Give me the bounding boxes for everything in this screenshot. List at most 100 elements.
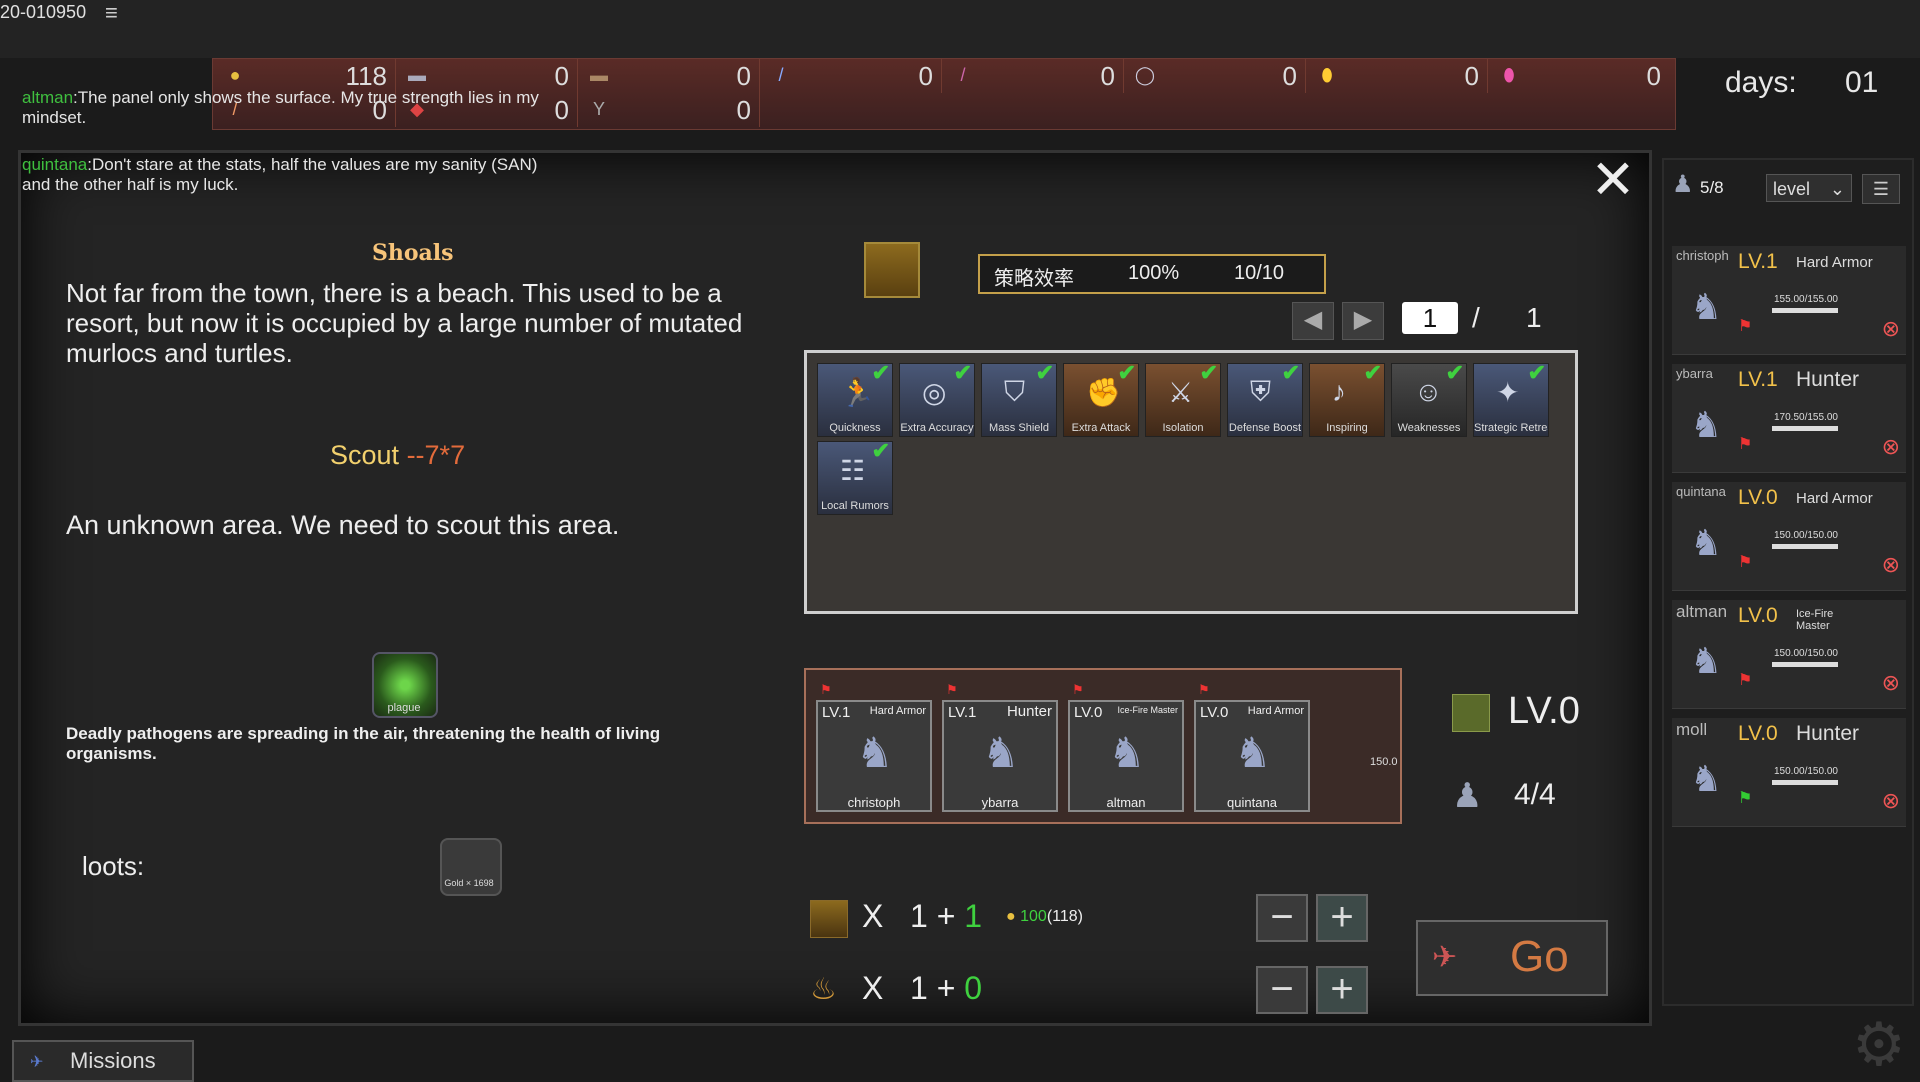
skill-local-rumors[interactable]: ☷ ✔ Local Rumors — [817, 438, 893, 515]
person-icon: ♟ — [1452, 777, 1483, 815]
dismiss-icon[interactable]: ⊗ — [1882, 552, 1900, 578]
check-icon: ✔ — [871, 438, 890, 463]
airship-icon: ✈ — [30, 1054, 44, 1071]
target-icon: ◎ — [922, 377, 947, 408]
go-button[interactable]: ✈ Go — [1416, 920, 1608, 996]
missions-tab[interactable]: ✈ Missions — [12, 1040, 194, 1082]
chevron-down-icon: ⌄ — [1829, 179, 1845, 199]
resource-herb: Y0 — [577, 93, 760, 127]
skill-defense-boost[interactable]: ⛨ ✔ Defense Boost — [1227, 360, 1303, 437]
sort-order-button[interactable]: ☰ — [1862, 174, 1900, 204]
mission-description: Not far from the town, there is a beach.… — [66, 278, 743, 368]
flag-icon: ⚑ — [1738, 318, 1753, 335]
resource-silver-ore: ◯ 0 — [1123, 59, 1306, 93]
flag-icon: ⚑ — [946, 682, 958, 697]
flag-icon: ⚑ — [1738, 436, 1753, 453]
character-figure-icon: ♞ — [982, 729, 1020, 776]
character-card-moll[interactable]: moll LV.0 Hunter ♞ 150.00/150.00 ⚑ ⊗ — [1672, 718, 1906, 827]
flag-icon: ⚑ — [1072, 682, 1084, 697]
character-card-quintana[interactable]: quintana LV.0 Hard Armor ♞ 150.00/150.00 ⚑ ⊗ — [1672, 482, 1906, 591]
defense-icon: ⛨ — [1250, 376, 1272, 407]
gold-cost: ● 100(118) — [1006, 908, 1083, 925]
dismiss-icon[interactable]: ⊗ — [1882, 316, 1900, 342]
scout-label: Scout — [330, 440, 400, 470]
supply-2-minus-button[interactable]: − — [1256, 966, 1308, 1014]
window-title: 20-010950 — [0, 2, 87, 22]
skill-extra-accuracy[interactable]: ◎ ✔ Extra Accuracy — [899, 360, 975, 437]
hamburger-icon[interactable]: ≡ — [105, 0, 118, 26]
mission-title: Shoals — [372, 240, 454, 266]
skill-quickness[interactable]: 🏃 ✔ Quickness — [817, 360, 893, 437]
team-member-altman[interactable]: ⚑ LV.0 Ice-Fire Master ♞ altman — [1068, 682, 1184, 812]
flag-icon: ⚑ — [820, 682, 832, 697]
skill-strategic-retreat[interactable]: ✦✔Strategic Retreat — [1473, 360, 1549, 437]
shield-icon: ⛉ — [1004, 376, 1026, 407]
next-page-button[interactable]: ▶ — [1342, 302, 1384, 340]
supply-2-plus-button[interactable]: + — [1316, 966, 1368, 1014]
check-icon: ✔ — [871, 360, 890, 385]
strategy-map-icon[interactable] — [864, 242, 920, 298]
team-hp-value: 150.0 — [1370, 756, 1398, 768]
plus-icon: + — [1330, 895, 1354, 939]
team-panel: ⚑ LV.1 Hard Armor ♞ christoph ⚑ LV.1 Hunter ♞ yb… — [804, 668, 1402, 824]
skill-extra-attack[interactable]: ✊ ✔ Extra Attack — [1063, 360, 1139, 437]
check-icon: ✔ — [1035, 360, 1054, 385]
dismiss-icon[interactable]: ⊗ — [1882, 434, 1900, 460]
resource-crystal: /0 — [941, 59, 1124, 93]
character-card-altman[interactable]: altman LV.0 Ice-Fire Master ♞ 150.00/150.00 ⚑… — [1672, 600, 1906, 709]
efficiency-ratio: 10/10 — [1234, 262, 1285, 284]
feather-icon: / — [778, 65, 784, 85]
supply-1-minus-button[interactable]: − — [1256, 894, 1308, 942]
supply-row-2: X 1 + 0 — [862, 970, 983, 1006]
supply-1-plus-button[interactable]: + — [1316, 894, 1368, 942]
running-figure-icon: 🏃 — [840, 377, 875, 408]
character-figure-icon: ♞ — [1690, 522, 1723, 563]
character-card-christoph[interactable]: christoph LV.1 Hard Armor ♞ 155.00/155.00 ⚑ ⊗ — [1672, 246, 1906, 355]
sort-select[interactable]: level ⌄ — [1766, 174, 1852, 202]
gear-icon[interactable]: ⚙ — [1852, 1010, 1906, 1080]
team-member-quintana[interactable]: ⚑ LV.0 Hard Armor ♞ quintana — [1194, 682, 1310, 812]
resource-plank: ▬ 0 — [577, 59, 760, 93]
area-status-text: An unknown area. We need to scout this a… — [66, 510, 620, 540]
resource-gem: ⬮ 0 — [1487, 59, 1669, 93]
page-input[interactable]: 1 — [1402, 302, 1458, 334]
days-value: 01 — [1845, 66, 1879, 99]
character-figure-icon: ♞ — [1234, 729, 1272, 776]
skill-weaknesses[interactable]: ☺ ✔ Weaknesses — [1391, 360, 1467, 437]
arrow-right-icon: ▶ — [1353, 306, 1373, 333]
chat-message-altman: altman:The panel only shows the surface.… — [22, 88, 539, 127]
team-count: 4/4 — [1514, 778, 1556, 811]
minus-icon: − — [1270, 967, 1294, 1011]
skill-inspiring[interactable]: ♪ ✔ Inspiring — [1309, 360, 1385, 437]
efficiency-label: 策略效率 — [994, 268, 1074, 290]
page-total: 1 — [1526, 302, 1542, 333]
hp-bar — [1772, 780, 1838, 785]
silver-ore-icon: ◯ — [1134, 65, 1156, 85]
dismiss-icon[interactable]: ⊗ — [1882, 788, 1900, 814]
prev-page-button[interactable]: ◀ — [1292, 302, 1334, 340]
skill-mass-shield[interactable]: ⛉ ✔ Mass Shield — [981, 360, 1057, 437]
fist-icon: ✊ — [1086, 377, 1121, 408]
coin-icon: ● — [1006, 908, 1016, 925]
strategy-efficiency-bar: 策略效率 100% 10/10 — [978, 254, 1326, 294]
check-icon: ✔ — [1363, 360, 1382, 385]
weakness-icon: ☺ — [1414, 376, 1443, 407]
skill-isolation[interactable]: ⚔ ✔ Isolation — [1145, 360, 1221, 437]
wood-icon: ▬ — [408, 65, 426, 85]
gold-icon: ● — [229, 65, 241, 85]
character-figure-icon: ♞ — [856, 729, 894, 776]
team-member-ybarra[interactable]: ⚑ LV.1 Hunter ♞ ybarra — [942, 682, 1058, 812]
check-icon: ✔ — [1281, 360, 1300, 385]
sort-icon: ☰ — [1872, 179, 1890, 199]
team-member-christoph[interactable]: ⚑ LV.1 Hard Armor ♞ christoph — [816, 682, 932, 812]
check-icon: ✔ — [1445, 360, 1464, 385]
gem-icon: ⬮ — [1503, 65, 1515, 85]
plank-icon: ▬ — [590, 65, 608, 85]
dismiss-icon[interactable]: ⊗ — [1882, 670, 1900, 696]
page-separator: / — [1472, 302, 1480, 333]
close-button[interactable]: ✕ — [1590, 153, 1636, 207]
loots-label: loots: — [82, 851, 145, 881]
character-card-ybarra[interactable]: ybarra LV.1 Hunter ♞ 170.50/155.00 ⚑ ⊗ — [1672, 364, 1906, 473]
team-level: LV.0 — [1508, 690, 1580, 732]
flag-icon: ⚑ — [1198, 682, 1210, 697]
